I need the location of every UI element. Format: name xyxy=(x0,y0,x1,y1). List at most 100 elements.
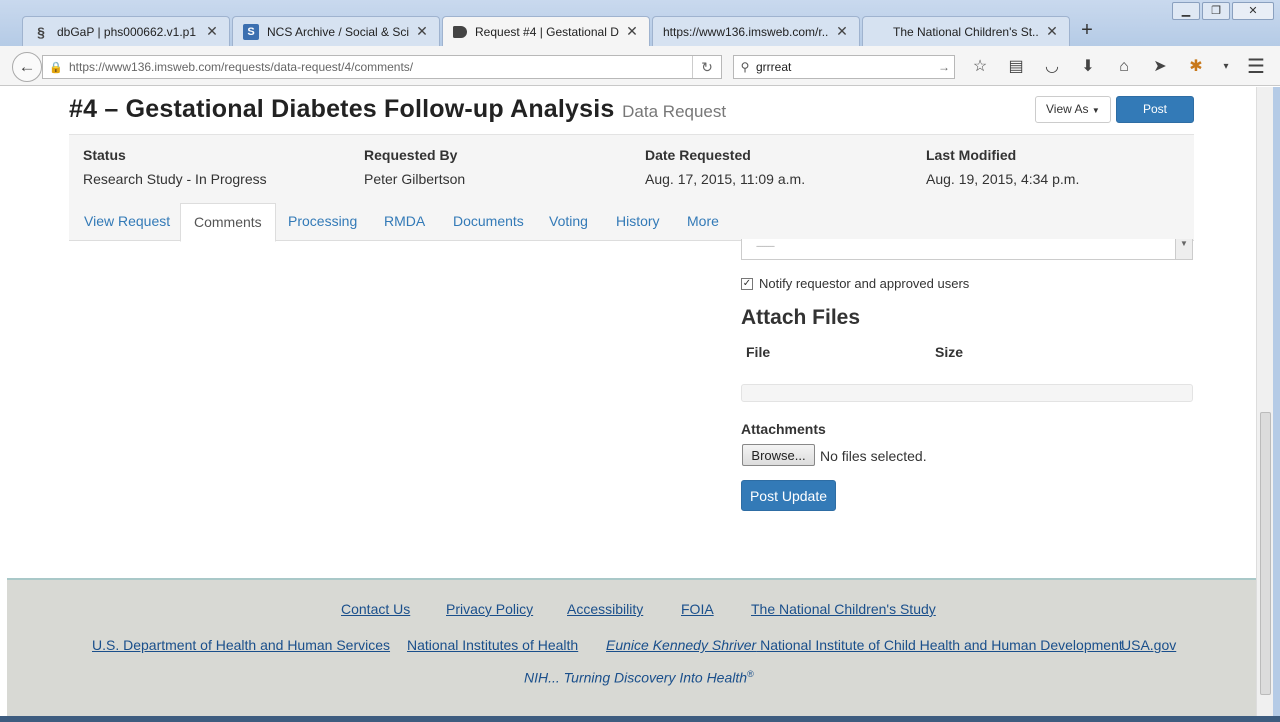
dbgap-dna-icon: § xyxy=(37,23,45,40)
footer-link-nichd[interactable]: Eunice Kennedy Shriver National Institut… xyxy=(606,637,1123,653)
close-window-icon[interactable]: ✕ xyxy=(1232,2,1274,20)
tab-rmda[interactable]: RMDA xyxy=(384,203,425,241)
tab-title: NCS Archive / Social & Sci... xyxy=(267,24,409,39)
date-requested-label: Date Requested xyxy=(645,147,751,163)
page-scrollbar[interactable] xyxy=(1256,87,1273,716)
browser-titlebar: § dbGaP | phs000662.v1.p1 | ... ✕ S NCS … xyxy=(0,0,1280,46)
addon-bug-icon[interactable]: ✱ xyxy=(1178,56,1214,78)
home-icon[interactable]: ⌂ xyxy=(1106,56,1142,78)
select-placeholder: --------- xyxy=(756,241,775,251)
select-arrow-icon[interactable]: ▼ xyxy=(1175,239,1192,259)
last-modified-value: Aug. 19, 2015, 4:34 p.m. xyxy=(926,171,1080,187)
search-input[interactable] xyxy=(756,60,934,74)
post-update-top-button[interactable]: Post Update xyxy=(1116,96,1194,141)
new-tab-button[interactable]: + xyxy=(1072,16,1102,46)
search-go-arrow-icon[interactable]: → xyxy=(934,60,954,74)
last-modified-field: Last Modified Aug. 19, 2015, 4:34 p.m. xyxy=(926,147,1079,187)
nichd-italic: Eunice Kennedy Shriver xyxy=(606,637,757,653)
footer-link-usagov[interactable]: USA.gov xyxy=(1121,637,1176,653)
bookmark-star-icon[interactable]: ☆ xyxy=(962,56,998,78)
requested-by-label: Requested By xyxy=(364,147,458,163)
tab-title: Request #4 | Gestational Di... xyxy=(475,24,619,39)
browser-tab-imsweb[interactable]: https://www136.imsweb.com/r... ✕ xyxy=(652,16,860,46)
footer-link-nih[interactable]: National Institutes of Health xyxy=(407,637,578,653)
attachments-label: Attachments xyxy=(741,421,826,437)
date-requested-value: Aug. 17, 2015, 11:09 a.m. xyxy=(645,171,806,187)
browser-tab-ncs-archive[interactable]: S NCS Archive / Social & Sci... ✕ xyxy=(232,16,440,46)
tab-voting[interactable]: Voting xyxy=(549,203,588,241)
post-update-button[interactable]: Post Update xyxy=(741,480,836,511)
tab-more[interactable]: More xyxy=(687,203,719,241)
scrollbar-thumb[interactable] xyxy=(1260,412,1271,695)
footer-link-foia[interactable]: FOIA xyxy=(681,601,714,617)
browser-tab-dbgap[interactable]: § dbGaP | phs000662.v1.p1 | ... ✕ xyxy=(22,16,230,46)
menu-hamburger-icon[interactable]: ☰ xyxy=(1238,56,1274,78)
ncs-s-icon: S xyxy=(243,23,259,40)
tab-title: https://www136.imsweb.com/r... xyxy=(663,24,829,39)
minimize-icon[interactable]: ▁ xyxy=(1172,2,1200,20)
search-icon: ⚲ xyxy=(740,60,750,74)
taskbar xyxy=(0,716,1280,722)
status-label: Status xyxy=(83,147,126,163)
request-summary-panel: Status Research Study - In Progress Requ… xyxy=(69,134,1194,242)
last-modified-label: Last Modified xyxy=(926,147,1017,163)
footer-link-hhs[interactable]: U.S. Department of Health and Human Serv… xyxy=(92,637,390,653)
browser-navbar: ← 🔒 https://www136.imsweb.com/requests/d… xyxy=(0,46,1280,86)
close-tab-icon[interactable]: ✕ xyxy=(835,23,849,40)
reading-list-icon[interactable]: ▤ xyxy=(998,56,1034,78)
close-tab-icon[interactable]: ✕ xyxy=(1045,23,1059,40)
browser-tab-request-4[interactable]: Request #4 | Gestational Di... ✕ xyxy=(442,16,650,46)
close-tab-icon[interactable]: ✕ xyxy=(625,23,639,40)
page-header: #4 – Gestational Diabetes Follow-up Anal… xyxy=(69,95,1194,141)
pocket-icon[interactable]: ◡ xyxy=(1034,56,1070,78)
page-viewport: #4 – Gestational Diabetes Follow-up Anal… xyxy=(0,87,1256,716)
caret-down-icon: ▼ xyxy=(1091,106,1100,115)
tab-processing[interactable]: Processing xyxy=(288,203,357,241)
page-title: #4 – Gestational Diabetes Follow-up Anal… xyxy=(69,95,615,123)
notify-checkbox-row[interactable]: ✓ Notify requestor and approved users xyxy=(741,276,969,291)
recipient-select[interactable]: --------- ▼ xyxy=(741,239,1193,260)
browser-search-box[interactable]: ⚲ → xyxy=(733,55,955,79)
date-requested-field: Date Requested Aug. 17, 2015, 11:09 a.m. xyxy=(645,147,805,187)
view-as-label: View As xyxy=(1046,102,1089,116)
request-tabs: View Request Comments Processing RMDA Do… xyxy=(69,203,1194,242)
browser-tab-strip: § dbGaP | phs000662.v1.p1 | ... ✕ S NCS … xyxy=(22,16,1102,46)
tab-title: dbGaP | phs000662.v1.p1 | ... xyxy=(57,24,199,39)
footer-link-contact[interactable]: Contact Us xyxy=(341,601,410,617)
requested-by-value: Peter Gilbertson xyxy=(364,171,466,187)
download-arrow-icon[interactable]: ⬇ xyxy=(1070,56,1106,78)
page-subtitle: Data Request xyxy=(622,102,727,121)
status-value: Research Study - In Progress xyxy=(83,171,267,187)
lock-icon: 🔒 xyxy=(49,61,63,74)
no-files-text: No files selected. xyxy=(820,448,927,464)
footer-link-privacy[interactable]: Privacy Policy xyxy=(446,601,533,617)
notify-label: Notify requestor and approved users xyxy=(759,276,970,291)
tab-comments[interactable]: Comments xyxy=(180,203,276,242)
tab-history[interactable]: History xyxy=(616,203,660,241)
browse-files-button[interactable]: Browse... xyxy=(742,444,815,466)
window-frame xyxy=(1273,87,1280,722)
addon-dropdown-icon[interactable]: ▾ xyxy=(1214,56,1238,78)
close-tab-icon[interactable]: ✕ xyxy=(205,23,219,40)
back-arrow-icon[interactable]: ← xyxy=(12,52,42,82)
reload-icon[interactable]: ↻ xyxy=(693,59,721,76)
browser-tab-ncs[interactable]: The National Children's St... ✕ xyxy=(862,16,1070,46)
tab-title: The National Children's St... xyxy=(893,24,1039,39)
site-footer: Contact Us Privacy Policy Accessibility … xyxy=(7,578,1256,716)
footer-link-ncs[interactable]: The National Children's Study xyxy=(751,601,936,617)
view-as-button[interactable]: View As ▼ xyxy=(1035,96,1111,123)
close-tab-icon[interactable]: ✕ xyxy=(415,23,429,40)
footer-link-accessibility[interactable]: Accessibility xyxy=(567,601,643,617)
address-bar[interactable]: 🔒 https://www136.imsweb.com/requests/dat… xyxy=(42,55,722,79)
tab-view-request[interactable]: View Request xyxy=(84,203,170,241)
tagline-text: NIH... Turning Discovery Into Health xyxy=(524,669,748,686)
toolbar-icons: ☆ ▤ ◡ ⬇ ⌂ ➤ ✱ ▾ ☰ xyxy=(962,56,1274,78)
size-column-header: Size xyxy=(935,344,964,360)
tag-icon xyxy=(453,25,467,38)
send-paper-plane-icon[interactable]: ➤ xyxy=(1142,56,1178,78)
file-column-header: File xyxy=(746,344,771,360)
maximize-icon[interactable]: ❐ xyxy=(1202,2,1230,20)
window-controls: ▁ ❐ ✕ xyxy=(1170,2,1274,20)
tab-documents[interactable]: Documents xyxy=(453,203,524,241)
notify-checkbox[interactable]: ✓ xyxy=(741,277,753,290)
